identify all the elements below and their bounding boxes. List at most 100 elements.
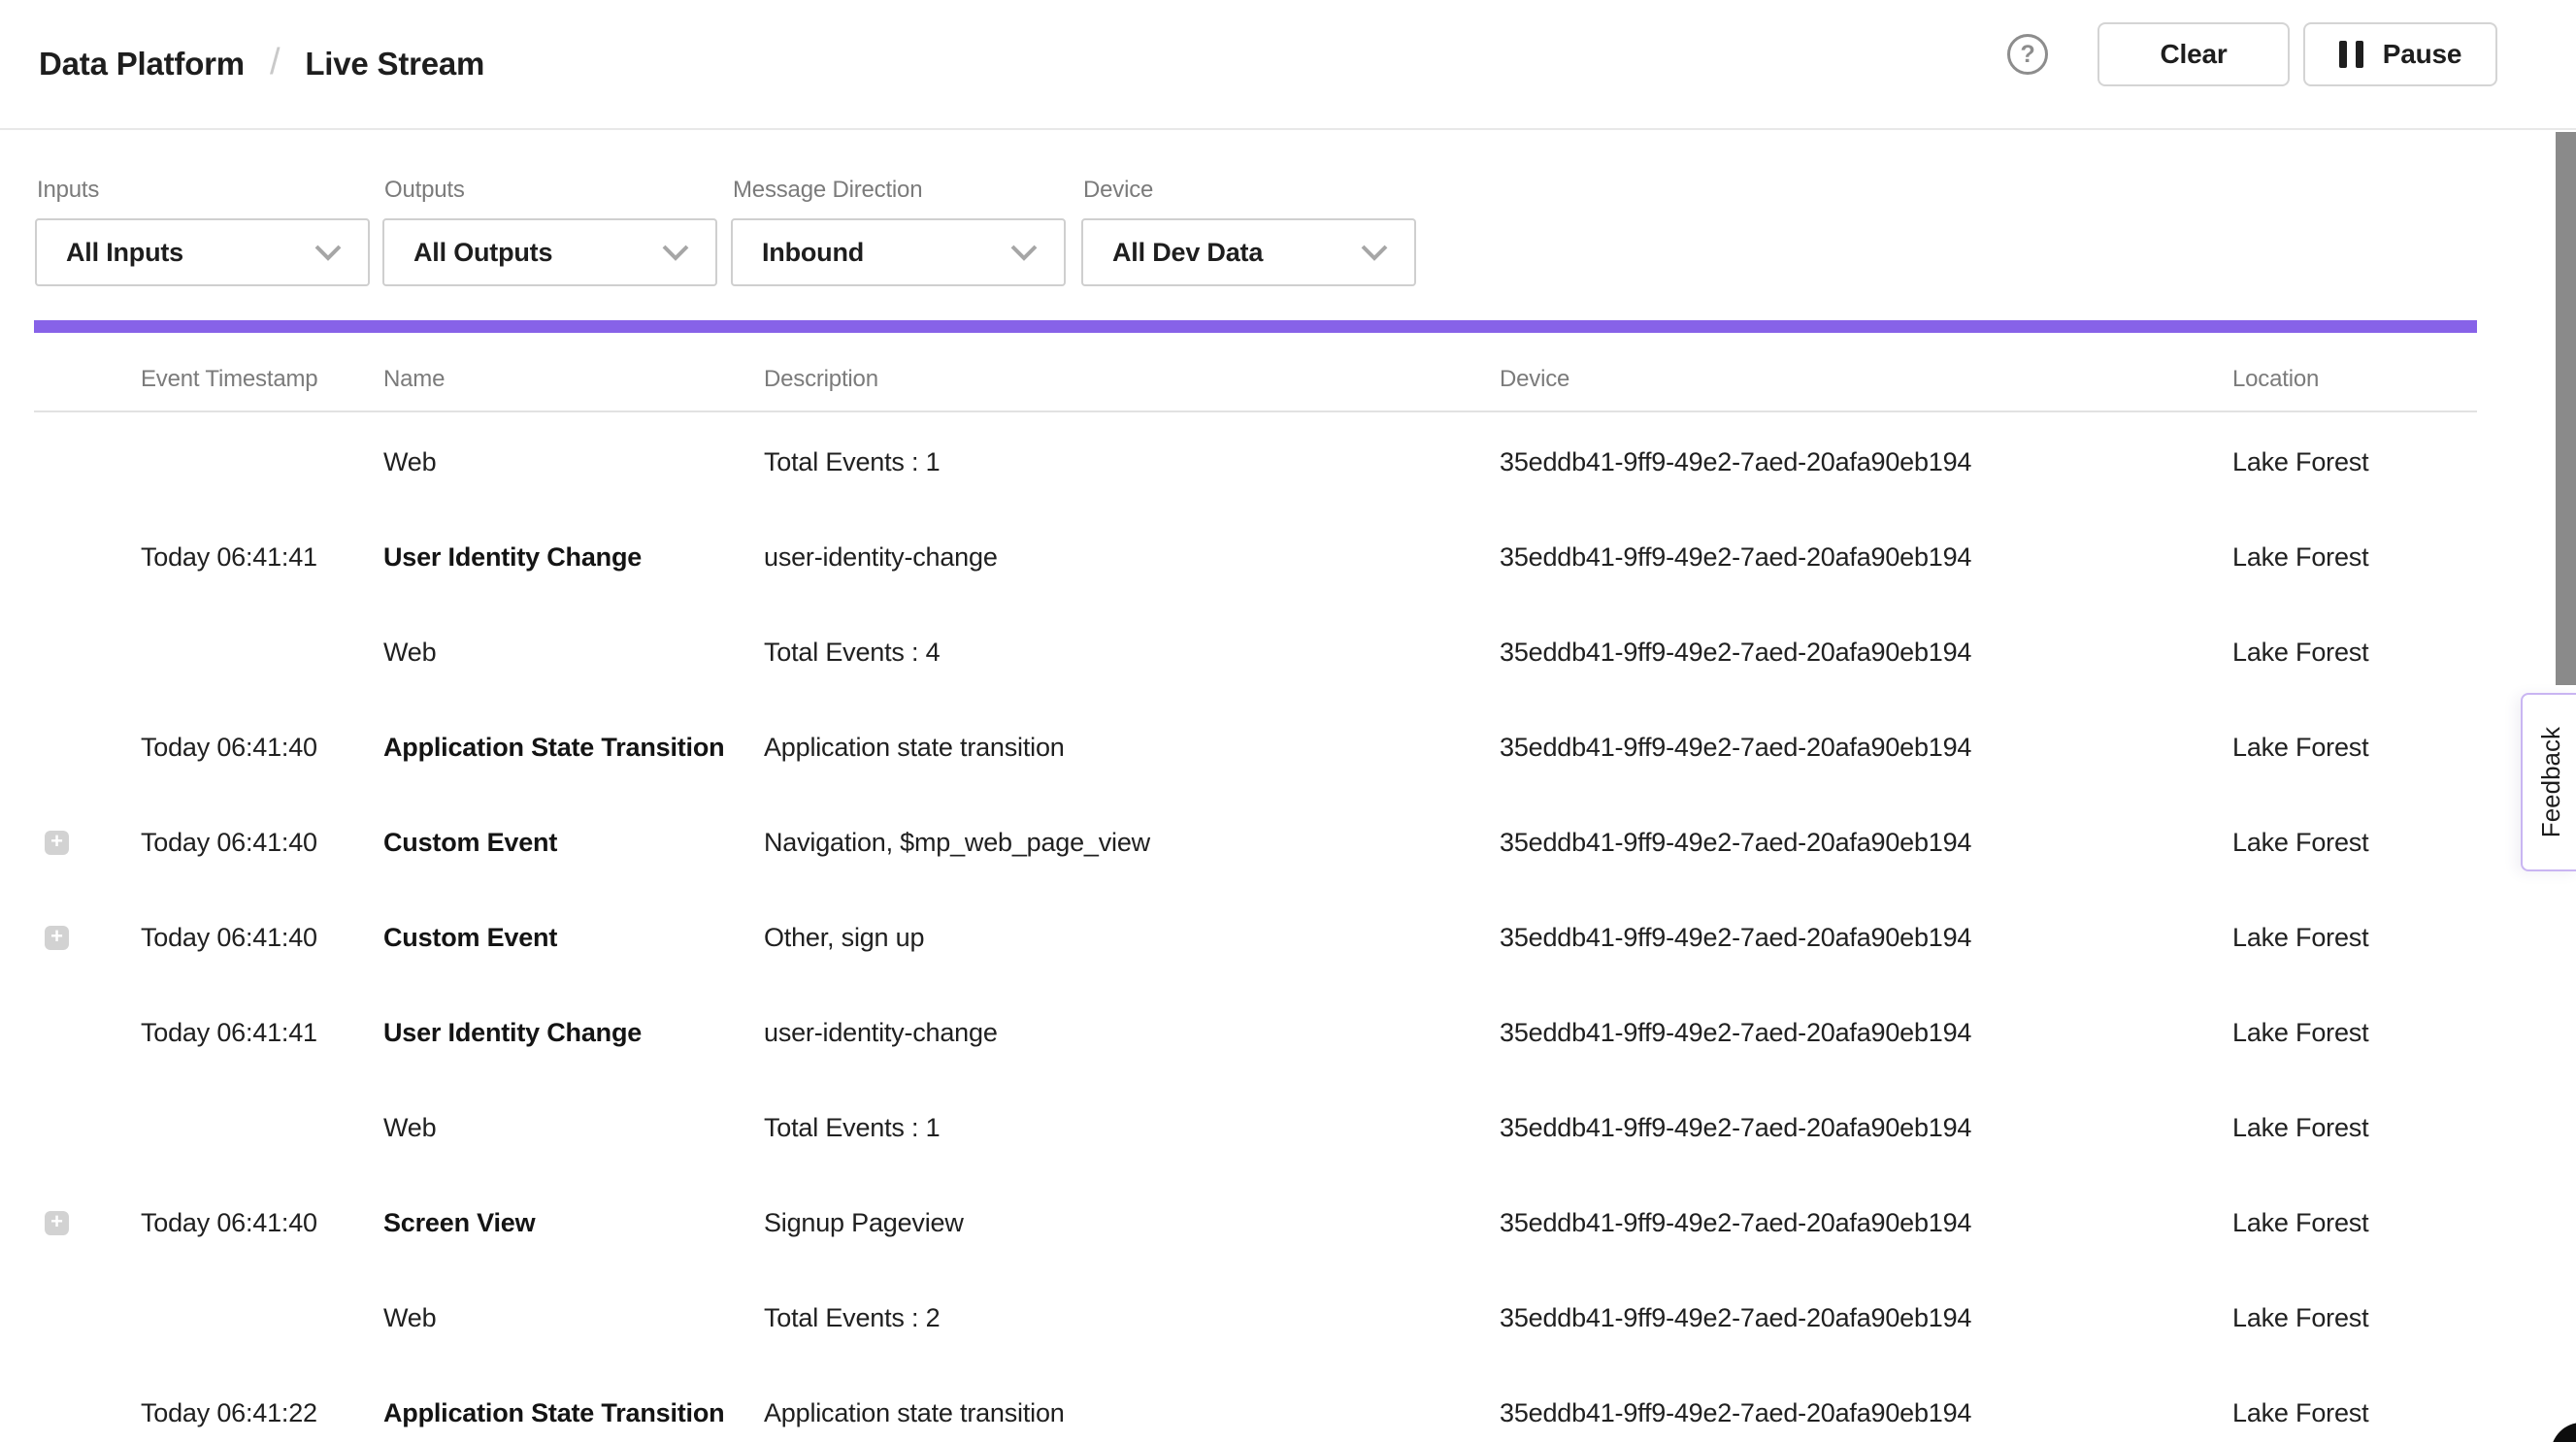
table-header: Event Timestamp Name Description Device … [34,347,2477,412]
events-table-body: + Web Total Events : 1 35eddb41-9ff9-49e… [0,414,2576,1442]
cell-device: 35eddb41-9ff9-49e2-7aed-20afa90eb194 [1500,509,1971,605]
cell-device: 35eddb41-9ff9-49e2-7aed-20afa90eb194 [1500,1270,1971,1365]
table-row[interactable]: + Today 06:41:41 User Identity Change us… [0,985,2576,1080]
inputs-dropdown-value: All Inputs [66,238,183,268]
cell-location: Lake Forest [2232,795,2368,890]
filters-bar: Inputs All Inputs Outputs All Outputs Me… [0,130,2576,320]
breadcrumb-section[interactable]: Data Platform [39,46,245,82]
cell-location: Lake Forest [2232,890,2368,985]
page-header: Data Platform / Live Stream ? Clear Paus… [0,0,2576,130]
column-header-description: Description [764,347,878,410]
device-dropdown-value: All Dev Data [1112,238,1263,268]
clear-button-label: Clear [2160,39,2227,70]
cell-device: 35eddb41-9ff9-49e2-7aed-20afa90eb194 [1500,795,1971,890]
cell-description: Application state transition [764,1365,1065,1442]
cell-device: 35eddb41-9ff9-49e2-7aed-20afa90eb194 [1500,414,1971,509]
cell-device: 35eddb41-9ff9-49e2-7aed-20afa90eb194 [1500,700,1971,795]
column-header-location: Location [2232,347,2319,410]
cell-timestamp: Today 06:41:40 [141,700,317,795]
table-row[interactable]: + Web Total Events : 1 35eddb41-9ff9-49e… [0,1080,2576,1175]
cell-location: Lake Forest [2232,605,2368,700]
live-stream-page: Data Platform / Live Stream ? Clear Paus… [0,0,2576,1442]
cell-description: Application state transition [764,700,1065,795]
cell-device: 35eddb41-9ff9-49e2-7aed-20afa90eb194 [1500,985,1971,1080]
cell-location: Lake Forest [2232,1365,2368,1442]
column-header-name: Name [383,347,445,410]
table-row[interactable]: + Web Total Events : 2 35eddb41-9ff9-49e… [0,1270,2576,1365]
vertical-scrollbar[interactable] [2556,132,2576,685]
table-row[interactable]: + Web Total Events : 4 35eddb41-9ff9-49e… [0,605,2576,700]
cell-description: Total Events : 1 [764,414,940,509]
filter-label-inputs: Inputs [37,177,99,204]
cell-name: User Identity Change [383,985,642,1080]
feedback-tab[interactable]: Feedback [2521,693,2576,871]
table-row[interactable]: + Today 06:41:40 Application State Trans… [0,700,2576,795]
cell-location: Lake Forest [2232,1270,2368,1365]
outputs-dropdown-value: All Outputs [413,238,552,268]
breadcrumb: Data Platform / Live Stream [39,0,484,128]
cell-description: Signup Pageview [764,1175,964,1270]
table-row[interactable]: + Today 06:41:22 Application State Trans… [0,1365,2576,1442]
cell-name: Custom Event [383,890,557,985]
cell-description: Other, sign up [764,890,924,985]
cell-device: 35eddb41-9ff9-49e2-7aed-20afa90eb194 [1500,1175,1971,1270]
filter-label-message-direction: Message Direction [733,177,922,204]
chevron-down-icon [1009,244,1039,261]
device-dropdown[interactable]: All Dev Data [1081,218,1416,286]
cell-location: Lake Forest [2232,985,2368,1080]
cell-timestamp: Today 06:41:41 [141,985,317,1080]
message-direction-dropdown-value: Inbound [762,238,864,268]
cell-timestamp: Today 06:41:41 [141,509,317,605]
clear-button[interactable]: Clear [2097,22,2290,86]
cell-description: user-identity-change [764,985,998,1080]
filter-label-device: Device [1083,177,1153,204]
cell-device: 35eddb41-9ff9-49e2-7aed-20afa90eb194 [1500,1080,1971,1175]
cell-name: Web [383,605,436,700]
filter-label-outputs: Outputs [384,177,465,204]
chevron-down-icon [1360,244,1389,261]
cell-location: Lake Forest [2232,1080,2368,1175]
cell-timestamp: Today 06:41:22 [141,1365,317,1442]
cell-timestamp: Today 06:41:40 [141,890,317,985]
expand-row-icon[interactable]: + [45,926,69,950]
help-icon[interactable]: ? [2007,34,2048,75]
column-header-timestamp: Event Timestamp [141,347,317,410]
cell-name: Web [383,414,436,509]
cell-device: 35eddb41-9ff9-49e2-7aed-20afa90eb194 [1500,890,1971,985]
inputs-dropdown[interactable]: All Inputs [35,218,370,286]
cell-location: Lake Forest [2232,1175,2368,1270]
table-row[interactable]: + Today 06:41:41 User Identity Change us… [0,509,2576,605]
expand-row-icon[interactable]: + [45,1211,69,1235]
cell-device: 35eddb41-9ff9-49e2-7aed-20afa90eb194 [1500,605,1971,700]
cell-name: Application State Transition [383,1365,724,1442]
cell-location: Lake Forest [2232,414,2368,509]
cell-name: Custom Event [383,795,557,890]
expand-row-icon[interactable]: + [45,831,69,855]
table-row[interactable]: + Web Total Events : 1 35eddb41-9ff9-49e… [0,414,2576,509]
cell-name: Web [383,1080,436,1175]
cell-name: Screen View [383,1175,535,1270]
cell-description: Total Events : 1 [764,1080,940,1175]
outputs-dropdown[interactable]: All Outputs [382,218,717,286]
cell-description: Navigation, $mp_web_page_view [764,795,1150,890]
pause-button[interactable]: Pause [2303,22,2497,86]
chevron-down-icon [314,244,343,261]
chevron-down-icon [661,244,690,261]
page-title: Live Stream [305,46,484,82]
cell-timestamp: Today 06:41:40 [141,795,317,890]
table-row[interactable]: + Today 06:41:40 Custom Event Navigation… [0,795,2576,890]
cell-device: 35eddb41-9ff9-49e2-7aed-20afa90eb194 [1500,1365,1971,1442]
table-row[interactable]: + Today 06:41:40 Custom Event Other, sig… [0,890,2576,985]
message-direction-dropdown[interactable]: Inbound [731,218,1066,286]
column-header-device: Device [1500,347,1569,410]
table-row[interactable]: + Today 06:41:40 Screen View Signup Page… [0,1175,2576,1270]
cell-name: Web [383,1270,436,1365]
breadcrumb-separator: / [270,42,280,83]
cell-description: Total Events : 2 [764,1270,940,1365]
cell-description: user-identity-change [764,509,998,605]
pause-icon [2339,41,2363,68]
help-glyph: ? [2020,41,2034,69]
cell-location: Lake Forest [2232,700,2368,795]
cell-name: User Identity Change [383,509,642,605]
cell-name: Application State Transition [383,700,724,795]
